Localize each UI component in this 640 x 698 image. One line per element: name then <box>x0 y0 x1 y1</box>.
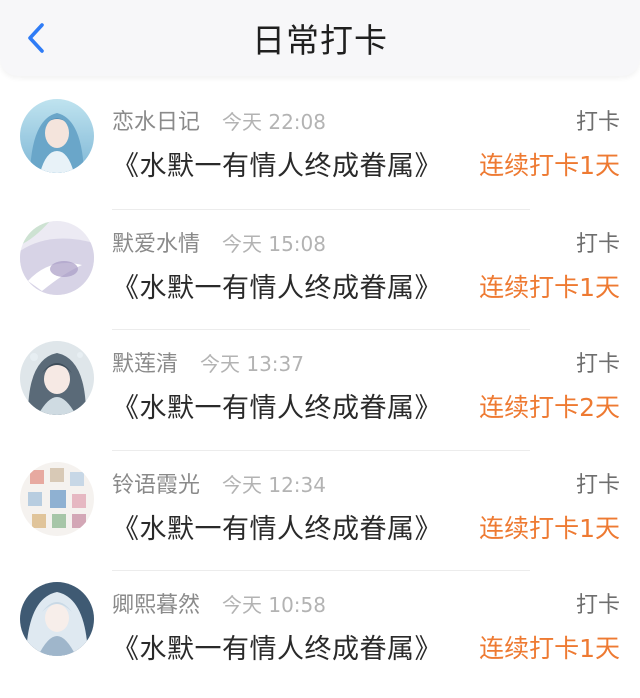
streak-badge: 连续打卡1天 <box>479 513 620 543</box>
user-name: 恋水日记 <box>112 110 201 135</box>
avatar[interactable] <box>20 221 94 295</box>
divider <box>112 449 530 451</box>
checkin-button[interactable]: 打卡 <box>576 346 620 378</box>
user-name: 默爱水情 <box>112 232 201 257</box>
list-item[interactable]: 卿熙暮然 今天 10:58 打卡 《水默一有情人终成眷属》 连续打卡1天 <box>0 577 640 697</box>
list-item[interactable]: 默莲清 今天 13:37 打卡 《水默一有情人终成眷属》 连续打卡2天 <box>0 336 640 456</box>
top-bar: 日常打卡 <box>0 0 640 76</box>
book-title[interactable]: 《水默一有情人终成眷属》 <box>112 144 442 183</box>
divider <box>112 570 530 572</box>
streak-badge: 连续打卡1天 <box>479 273 620 302</box>
book-title[interactable]: 《水默一有情人终成眷属》 <box>112 266 442 305</box>
timestamp: 今天 12:34 <box>222 472 326 497</box>
timestamp: 今天 13:37 <box>200 352 304 377</box>
checkin-button[interactable]: 打卡 <box>576 587 620 619</box>
timestamp: 今天 22:08 <box>222 110 326 134</box>
checkin-button[interactable]: 打卡 <box>576 226 620 258</box>
streak-badge: 连续打卡1天 <box>479 151 620 180</box>
checkin-button[interactable]: 打卡 <box>576 467 620 499</box>
timestamp: 今天 15:08 <box>222 232 326 256</box>
list-item[interactable]: 默爱水情 今天 15:08 打卡 《水默一有情人终成眷属》 连续打卡1天 <box>0 216 640 336</box>
list-item[interactable]: 铃语霞光 今天 12:34 打卡 《水默一有情人终成眷属》 连续打卡1天 <box>0 457 640 577</box>
checkin-list: 恋水日记 今天 22:08 打卡 《水默一有情人终成眷属》 连续打卡1天 默爱水… <box>0 94 640 698</box>
user-name: 默莲清 <box>112 352 179 378</box>
checkin-button[interactable]: 打卡 <box>576 104 620 136</box>
page-title: 日常打卡 <box>252 21 388 60</box>
avatar[interactable] <box>20 341 94 416</box>
book-title[interactable]: 《水默一有情人终成眷属》 <box>112 386 442 425</box>
user-name: 铃语霞光 <box>112 472 201 498</box>
streak-badge: 连续打卡1天 <box>479 634 620 664</box>
avatar[interactable] <box>20 99 94 173</box>
divider <box>112 209 530 210</box>
avatar[interactable] <box>20 461 94 536</box>
avatar[interactable] <box>20 582 94 657</box>
book-title[interactable]: 《水默一有情人终成眷属》 <box>112 627 442 666</box>
user-name: 卿熙暮然 <box>112 593 201 619</box>
divider <box>112 329 530 331</box>
list-item[interactable]: 恋水日记 今天 22:08 打卡 《水默一有情人终成眷属》 连续打卡1天 <box>0 94 640 216</box>
streak-badge: 连续打卡2天 <box>479 393 620 423</box>
timestamp: 今天 10:58 <box>222 593 326 618</box>
book-title[interactable]: 《水默一有情人终成眷属》 <box>112 507 442 546</box>
